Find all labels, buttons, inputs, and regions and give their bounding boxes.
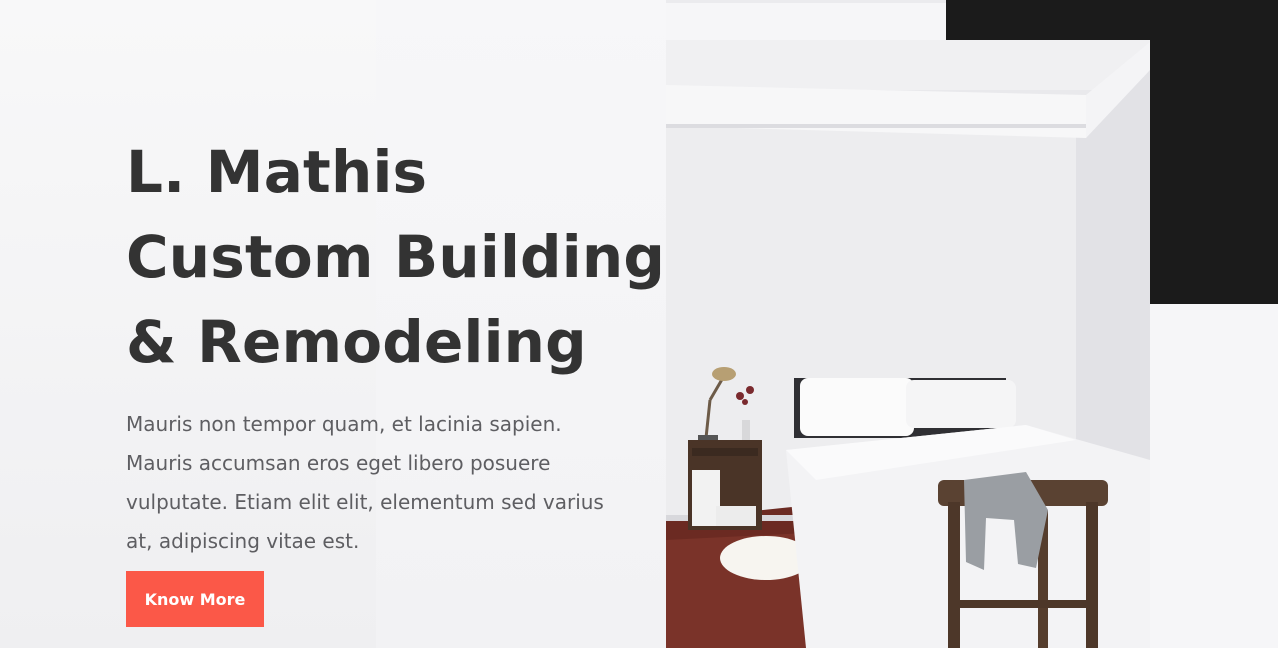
hero-title-line-1: L. Mathis: [126, 138, 428, 206]
hero-content: L. Mathis Custom Building & Remodeling M…: [126, 130, 666, 561]
hero-title-line-2: Custom Building: [126, 223, 666, 291]
bedroom-photo: [666, 40, 1150, 648]
hero-title: L. Mathis Custom Building & Remodeling: [126, 130, 666, 385]
hero-description: Mauris non tempor quam, et lacinia sapie…: [126, 412, 604, 553]
hero-title-line-3: & Remodeling: [126, 308, 587, 376]
know-more-button[interactable]: Know More: [126, 571, 264, 627]
